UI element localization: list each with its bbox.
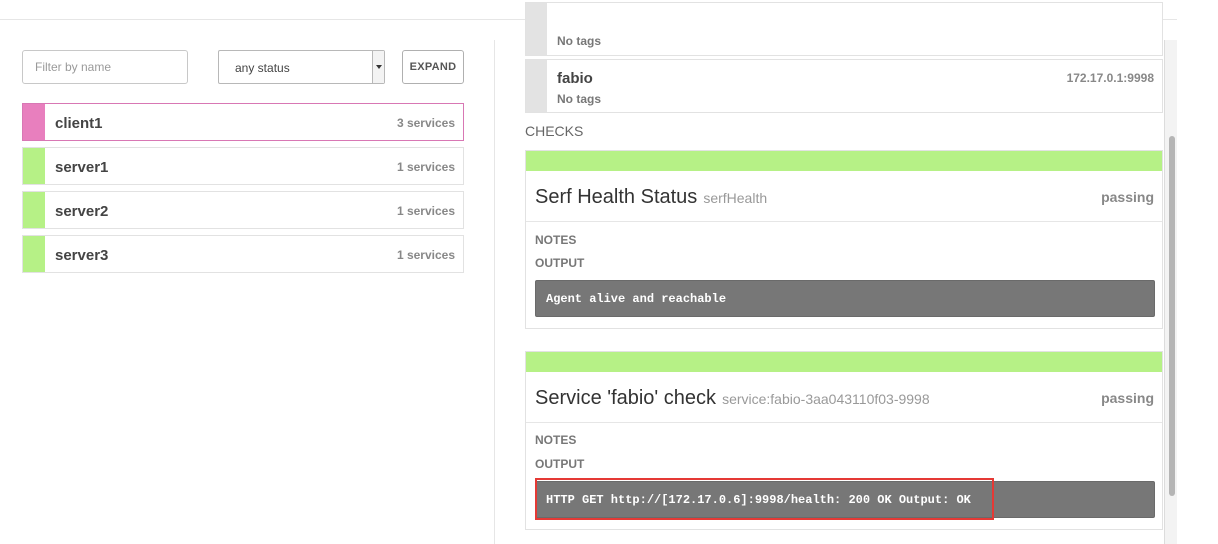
node-name: client1 <box>55 115 103 132</box>
check-title: Serf Health Status serfHealth <box>535 186 768 208</box>
node-list: client1 3 services server1 1 services se… <box>22 103 464 279</box>
check-state: passing <box>1101 189 1154 205</box>
service-name: fabio <box>557 70 593 87</box>
service-tags: No tags <box>557 34 602 48</box>
service-item[interactable]: No tags <box>525 2 1163 56</box>
node-status-bar <box>23 104 45 140</box>
check-id: serfHealth <box>703 190 768 206</box>
check-status-bar <box>526 151 1162 171</box>
node-status-bar <box>23 148 45 184</box>
select-arrow-box[interactable] <box>372 51 384 83</box>
scrollbar-thumb[interactable] <box>1169 136 1175 496</box>
service-item-fabio[interactable]: fabio No tags 172.17.0.1:9998 <box>525 59 1163 113</box>
check-header[interactable]: Service 'fabio' check service:fabio-3aa04… <box>526 372 1162 423</box>
filter-by-name-input[interactable] <box>22 50 188 84</box>
check-serf-health: Serf Health Status serfHealth passing NOT… <box>525 150 1163 329</box>
expand-button[interactable]: EXPAND <box>402 50 464 84</box>
check-status-bar <box>526 352 1162 372</box>
node-status-bar <box>23 236 45 272</box>
node-service-count: 1 services <box>396 204 455 218</box>
service-tags: No tags <box>557 92 602 106</box>
notes-label: NOTES <box>535 233 577 247</box>
check-output: Agent alive and reachable <box>535 280 1155 317</box>
check-output: HTTP GET http://[172.17.0.6]:9998/health… <box>535 481 1155 518</box>
node-item-client1[interactable]: client1 3 services <box>22 103 464 141</box>
node-status-bar <box>23 192 45 228</box>
scrollbar[interactable] <box>1164 40 1177 544</box>
service-address: 172.17.0.1:9998 <box>1066 71 1154 85</box>
check-state: passing <box>1101 390 1154 406</box>
node-item-server3[interactable]: server3 1 services <box>22 235 464 273</box>
column-divider <box>494 40 495 544</box>
check-id: service:fabio-3aa043110f03-9998 <box>722 391 930 407</box>
node-service-count: 3 services <box>396 116 455 130</box>
checks-heading: CHECKS <box>525 123 584 139</box>
node-item-server1[interactable]: server1 1 services <box>22 147 464 185</box>
node-service-count: 1 services <box>396 160 455 174</box>
node-name: server3 <box>55 247 109 264</box>
check-title: Service 'fabio' check service:fabio-3aa04… <box>535 387 930 409</box>
notes-label: NOTES <box>535 433 577 447</box>
node-item-server2[interactable]: server2 1 services <box>22 191 464 229</box>
check-header[interactable]: Serf Health Status serfHealth passing <box>526 171 1162 222</box>
node-service-count: 1 services <box>396 248 455 262</box>
output-label: OUTPUT <box>535 457 585 471</box>
check-fabio-service: Service 'fabio' check service:fabio-3aa04… <box>525 351 1163 530</box>
service-status-bar <box>526 3 547 55</box>
node-detail-panel: No tags fabio No tags 172.17.0.1:9998 CH… <box>525 0 1163 544</box>
output-label: OUTPUT <box>535 256 585 270</box>
status-select-value: any status <box>235 61 290 75</box>
service-status-bar <box>526 60 547 112</box>
chevron-down-icon <box>376 65 382 69</box>
status-select[interactable]: any status <box>218 50 385 84</box>
node-name: server2 <box>55 203 109 220</box>
node-name: server1 <box>55 159 109 176</box>
